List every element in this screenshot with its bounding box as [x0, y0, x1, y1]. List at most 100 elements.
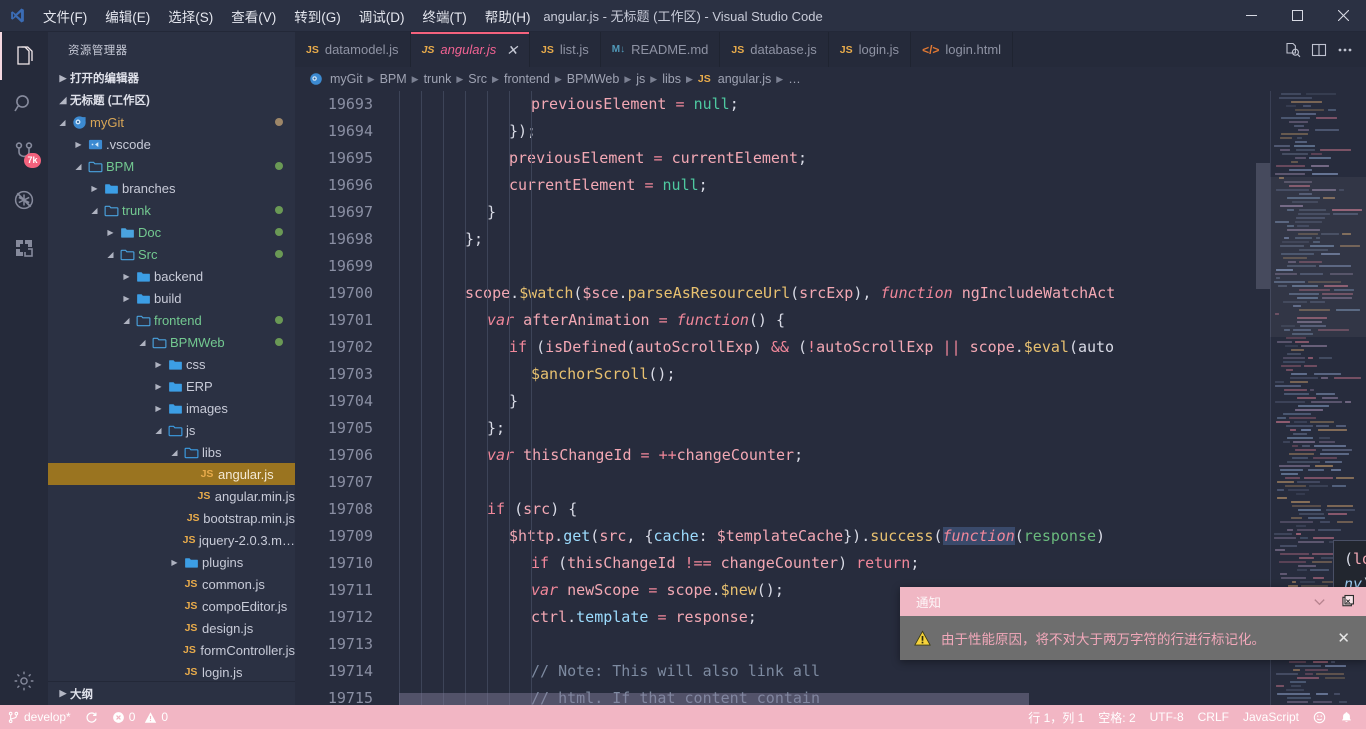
tree-item-frontend[interactable]: ◢frontend	[48, 309, 295, 331]
close-button[interactable]	[1320, 0, 1366, 31]
tab-readme-md[interactable]: M↓README.md	[601, 32, 721, 67]
status-eol[interactable]: CRLF	[1191, 705, 1236, 729]
chevron-right-icon[interactable]: ▶	[168, 558, 181, 567]
chevron-down-icon[interactable]: ◢	[136, 338, 149, 347]
tree-item-angular.js[interactable]: JSangular.js	[48, 463, 295, 485]
tree-item-ERP[interactable]: ▶ERP	[48, 375, 295, 397]
minimize-button[interactable]	[1228, 0, 1274, 31]
chevron-down-icon[interactable]: ◢	[120, 316, 133, 325]
tree-item-jquery-2.0.3.m[interactable]: JSjquery-2.0.3.m…	[48, 529, 295, 551]
tab-login-js[interactable]: JSlogin.js	[829, 32, 911, 67]
tree-item-images[interactable]: ▶images	[48, 397, 295, 419]
more-actions-icon[interactable]	[1334, 39, 1356, 61]
activity-extensions[interactable]	[0, 224, 48, 272]
breadcrumb-item[interactable]: …	[788, 72, 801, 86]
split-editor-icon[interactable]	[1308, 39, 1330, 61]
chevron-right-icon[interactable]: ▶	[152, 360, 165, 369]
tree-item-BPMWeb[interactable]: ◢BPMWeb	[48, 331, 295, 353]
tree-item-Src[interactable]: ◢Src	[48, 243, 295, 265]
code-editor[interactable]: 19693previousElement = null;19694});1969…	[295, 91, 1366, 705]
close-icon[interactable]: ✕	[1331, 629, 1356, 647]
tab-list-js[interactable]: JSlist.js	[530, 32, 601, 67]
tree-item-BPM[interactable]: ◢BPM	[48, 155, 295, 177]
status-language-mode[interactable]: JavaScript	[1236, 705, 1306, 729]
menu-view[interactable]: 查看(V)	[222, 0, 285, 31]
tree-item-backend[interactable]: ▶backend	[48, 265, 295, 287]
menu-selection[interactable]: 选择(S)	[159, 0, 222, 31]
vertical-scrollbar-thumb[interactable]	[1256, 163, 1270, 289]
activity-explorer[interactable]	[0, 32, 48, 80]
tab-login-html[interactable]: </>login.html	[911, 32, 1013, 67]
tree-item-build[interactable]: ▶build	[48, 287, 295, 309]
section-open-editors[interactable]: ▶ 打开的编辑器	[48, 67, 295, 89]
breadcrumb-item[interactable]: Src	[468, 72, 487, 86]
chevron-right-icon[interactable]: ▶	[152, 382, 165, 391]
activity-settings[interactable]	[0, 657, 48, 705]
section-outline[interactable]: ▶ 大纲	[48, 681, 295, 705]
status-problems[interactable]: 0 0	[105, 705, 175, 729]
tree-item-login.js[interactable]: JSlogin.js	[48, 661, 295, 681]
tree-item-branches[interactable]: ▶branches	[48, 177, 295, 199]
chevron-down-icon[interactable]: ◢	[168, 448, 181, 457]
breadcrumb-item[interactable]: myGit	[330, 72, 363, 86]
status-cursor-position[interactable]: 行 1，列 1	[1021, 705, 1091, 729]
horizontal-scrollbar-thumb[interactable]	[399, 693, 1029, 705]
tree-item-plugins[interactable]: ▶plugins	[48, 551, 295, 573]
tree-item-common.js[interactable]: JScommon.js	[48, 573, 295, 595]
menu-terminal[interactable]: 终端(T)	[414, 0, 476, 31]
tree-item-trunk[interactable]: ◢trunk	[48, 199, 295, 221]
breadcrumb-item[interactable]: BPMWeb	[567, 72, 620, 86]
status-notifications[interactable]	[1333, 705, 1360, 729]
breadcrumb-item[interactable]: frontend	[504, 72, 550, 86]
chevron-right-icon[interactable]: ▶	[88, 184, 101, 193]
tree-item-myGit[interactable]: ◢myGit	[48, 111, 295, 133]
chevron-down-icon[interactable]: ◢	[88, 206, 101, 215]
minimap-slider[interactable]	[1270, 177, 1366, 337]
chevron-right-icon[interactable]: ▶	[72, 140, 85, 149]
menu-goto[interactable]: 转到(G)	[285, 0, 350, 31]
breadcrumb-root-icon[interactable]	[309, 72, 323, 86]
status-indentation[interactable]: 空格: 2	[1091, 705, 1142, 729]
tab-angular-js[interactable]: JSangular.js✕	[411, 32, 530, 67]
breadcrumb-item[interactable]: angular.js	[718, 72, 772, 86]
tree-item-design.js[interactable]: JSdesign.js	[48, 617, 295, 639]
close-icon[interactable]: ✕	[506, 43, 518, 57]
activity-source-control[interactable]: 7k	[0, 128, 48, 176]
chevron-down-icon[interactable]: ◢	[72, 162, 85, 171]
status-feedback[interactable]	[1306, 705, 1333, 729]
activity-debug[interactable]	[0, 176, 48, 224]
tree-item-js[interactable]: ◢js	[48, 419, 295, 441]
clear-all-notifications-icon[interactable]	[1338, 591, 1360, 613]
menu-debug[interactable]: 调试(D)	[350, 0, 414, 31]
tree-item-angular.min.js[interactable]: JSangular.min.js	[48, 485, 295, 507]
menu-edit[interactable]: 编辑(E)	[96, 0, 159, 31]
tree-item-formController.js[interactable]: JSformController.js	[48, 639, 295, 661]
maximize-button[interactable]	[1274, 0, 1320, 31]
breadcrumb-item[interactable]: BPM	[380, 72, 407, 86]
tab-database-js[interactable]: JSdatabase.js	[720, 32, 828, 67]
tree-item-css[interactable]: ▶css	[48, 353, 295, 375]
chevron-down-icon[interactable]: ◢	[104, 250, 117, 259]
chevron-right-icon[interactable]: ▶	[120, 294, 133, 303]
open-changes-icon[interactable]	[1282, 39, 1304, 61]
chevron-right-icon[interactable]: ▶	[152, 404, 165, 413]
status-encoding[interactable]: UTF-8	[1143, 705, 1191, 729]
menu-file[interactable]: 文件(F)	[34, 0, 96, 31]
file-tree[interactable]: ◢myGit▶.vscode◢BPM▶branches◢trunk▶Doc◢Sr…	[48, 111, 295, 681]
tree-item-.vscode[interactable]: ▶.vscode	[48, 133, 295, 155]
chevron-right-icon[interactable]: ▶	[104, 228, 117, 237]
chevron-down-icon[interactable]: ◢	[152, 426, 165, 435]
section-workspace[interactable]: ◢ 无标题 (工作区)	[48, 89, 295, 111]
notification-toast[interactable]: 通知	[900, 587, 1366, 660]
breadcrumb-item[interactable]: js	[636, 72, 645, 86]
tree-item-compoEditor.js[interactable]: JScompoEditor.js	[48, 595, 295, 617]
breadcrumb[interactable]: myGit▶BPM▶trunk▶Src▶frontend▶BPMWeb▶js▶l…	[295, 67, 1366, 91]
horizontal-scrollbar[interactable]	[399, 693, 1270, 705]
tree-item-Doc[interactable]: ▶Doc	[48, 221, 295, 243]
tab-bar[interactable]: JSdatamodel.jsJSangular.js✕JSlist.jsM↓RE…	[295, 32, 1366, 67]
menu-help[interactable]: 帮助(H)	[476, 0, 540, 31]
chevron-down-icon[interactable]	[1308, 591, 1330, 613]
activity-search[interactable]	[0, 80, 48, 128]
chevron-right-icon[interactable]: ▶	[120, 272, 133, 281]
breadcrumb-item[interactable]: trunk	[424, 72, 452, 86]
